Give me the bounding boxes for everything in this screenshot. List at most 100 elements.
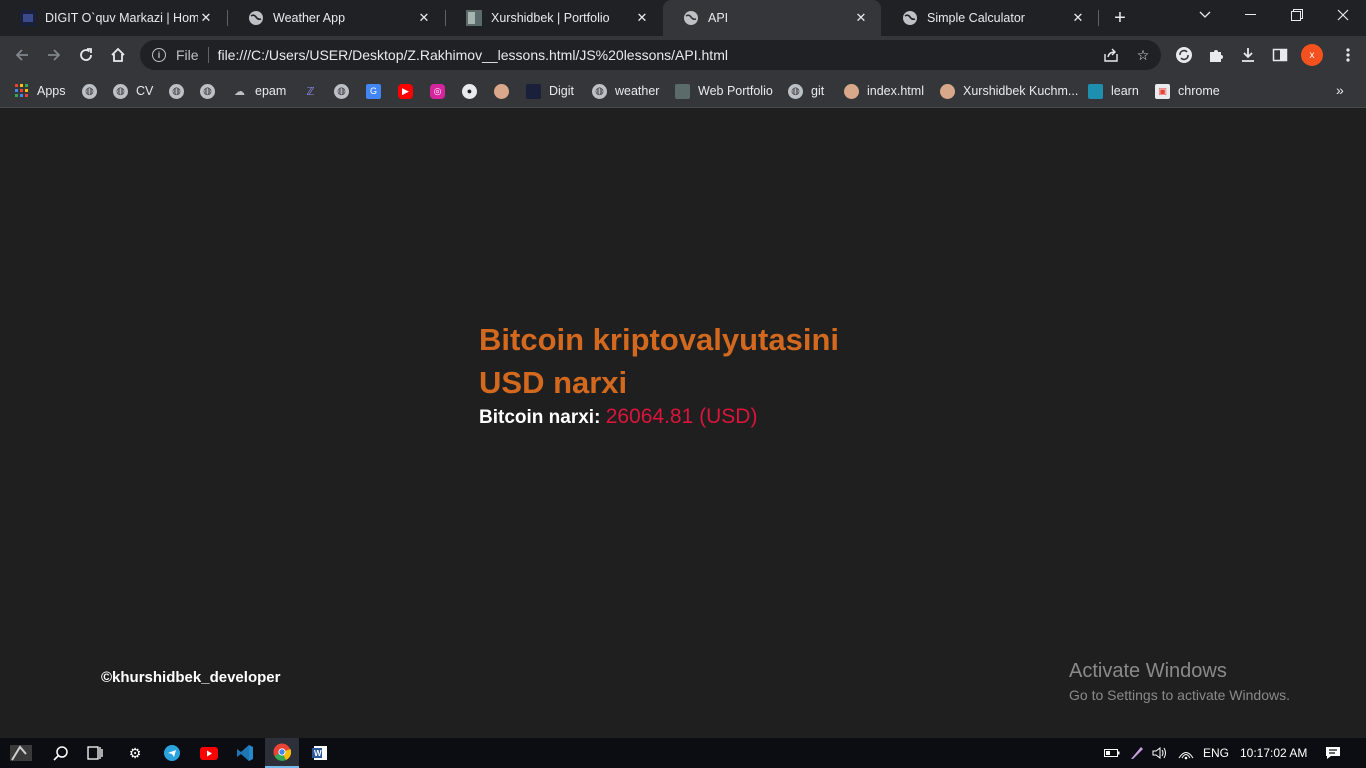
home-button[interactable] bbox=[104, 41, 132, 69]
url-text[interactable]: file:///C:/Users/USER/Desktop/Z.Rakhimov… bbox=[218, 47, 728, 63]
globe-icon: ◍ bbox=[334, 83, 349, 99]
bookmark-xurshidbek[interactable]: Xurshidbek Kuchm... bbox=[940, 82, 1078, 100]
bookmarks-bar: Apps ◍ ◍ CV ◍ ◍ ☁ epam ℤ ◍ G ▶ ◎ ● Digit ◍… bbox=[0, 74, 1366, 108]
language-indicator[interactable]: ENG bbox=[1203, 738, 1229, 768]
bookmark-github[interactable]: ● bbox=[462, 82, 485, 100]
bookmark-weather[interactable]: ◍ weather bbox=[592, 82, 659, 100]
close-icon[interactable]: ✕ bbox=[634, 10, 650, 26]
bookmark-youtube[interactable]: ▶ bbox=[398, 82, 421, 100]
portfolio-favicon bbox=[675, 83, 690, 99]
tab-title: DIGIT O`quv Markazi | Home bbox=[45, 11, 198, 25]
svg-text:W: W bbox=[314, 749, 322, 758]
bookmark-web-portfolio[interactable]: Web Portfolio bbox=[675, 82, 773, 100]
chrome-taskbar-icon[interactable] bbox=[265, 738, 299, 768]
settings-gear-icon[interactable]: ⚙ bbox=[118, 738, 152, 768]
bookmark-label: git bbox=[811, 84, 825, 98]
bookmark-globe-1[interactable]: ◍ bbox=[82, 82, 105, 100]
github-icon: ● bbox=[462, 83, 477, 99]
search-icon[interactable] bbox=[44, 738, 78, 768]
bookmark-cv[interactable]: ◍ CV bbox=[113, 82, 153, 100]
bookmark-globe-4[interactable]: ◍ bbox=[334, 82, 357, 100]
globe-icon: ◍ bbox=[113, 83, 128, 99]
tab-weather[interactable]: Weather App ✕ bbox=[228, 0, 444, 36]
restore-button[interactable] bbox=[1274, 0, 1320, 30]
close-icon[interactable]: ✕ bbox=[853, 10, 869, 26]
tab-portfolio[interactable]: Xurshidbek | Portfolio ✕ bbox=[446, 0, 662, 36]
tab-api[interactable]: API ✕ bbox=[663, 0, 881, 36]
tab-strip: DIGIT O`quv Markazi | Home ✕ Weather App… bbox=[0, 0, 1366, 36]
bookmark-star-icon[interactable]: ☆ bbox=[1135, 47, 1151, 63]
tab-calculator[interactable]: Simple Calculator ✕ bbox=[882, 0, 1098, 36]
download-icon[interactable] bbox=[1238, 45, 1258, 65]
globe-icon: ◍ bbox=[82, 83, 97, 99]
browser-toolbar: i File file:///C:/Users/USER/Desktop/Z.R… bbox=[0, 36, 1366, 74]
bookmarks-overflow-icon[interactable]: » bbox=[1336, 82, 1344, 98]
bookmark-git[interactable]: ◍ git bbox=[788, 82, 824, 100]
bookmark-epam[interactable]: ☁ epam bbox=[232, 82, 286, 100]
info-icon[interactable]: i bbox=[152, 48, 166, 62]
side-panel-icon[interactable] bbox=[1270, 45, 1290, 65]
globe-icon bbox=[248, 10, 264, 26]
digit-favicon bbox=[20, 10, 36, 26]
bookmark-z[interactable]: ℤ bbox=[303, 82, 326, 100]
price-value: 26064.81 (USD) bbox=[605, 405, 758, 428]
bookmark-label: epam bbox=[255, 84, 287, 98]
share-icon[interactable] bbox=[1103, 47, 1119, 63]
avatar-icon bbox=[940, 83, 955, 99]
instagram-icon: ◎ bbox=[430, 83, 445, 99]
bookmark-apps[interactable]: Apps bbox=[14, 82, 66, 100]
bookmark-translate[interactable]: G bbox=[366, 82, 389, 100]
start-icon[interactable] bbox=[4, 738, 38, 768]
bookmark-chrome[interactable]: ▣ chrome bbox=[1155, 82, 1220, 100]
bookmark-digit[interactable]: Digit bbox=[526, 82, 574, 100]
vscode-icon[interactable] bbox=[228, 738, 262, 768]
pen-icon[interactable] bbox=[1129, 738, 1145, 768]
minimize-button[interactable] bbox=[1228, 0, 1274, 30]
reload-button[interactable] bbox=[72, 41, 100, 69]
activate-subtitle: Go to Settings to activate Windows. bbox=[1069, 687, 1290, 703]
youtube-icon: ▶ bbox=[398, 83, 413, 99]
globe-icon: ◍ bbox=[169, 83, 184, 99]
digit-favicon bbox=[526, 83, 541, 99]
bookmark-label: learn bbox=[1111, 84, 1139, 98]
close-icon[interactable]: ✕ bbox=[416, 10, 432, 26]
bookmark-globe-2[interactable]: ◍ bbox=[169, 82, 192, 100]
profile-avatar[interactable]: x bbox=[1301, 44, 1323, 66]
volume-icon[interactable] bbox=[1152, 738, 1168, 768]
word-icon[interactable]: W bbox=[303, 738, 337, 768]
new-tab-button[interactable]: + bbox=[1108, 6, 1132, 30]
avatar-icon bbox=[844, 83, 859, 99]
close-icon[interactable]: ✕ bbox=[1070, 10, 1086, 26]
footer-credit: ©khurshidbek_developer bbox=[101, 669, 281, 686]
battery-icon[interactable] bbox=[1104, 738, 1120, 768]
translate-icon: G bbox=[366, 83, 381, 99]
tab-search-button[interactable] bbox=[1182, 0, 1228, 30]
apps-grid-icon bbox=[14, 84, 29, 99]
task-view-icon[interactable] bbox=[78, 738, 112, 768]
taskbar: ⚙ W ENG 10:17:02 AM bbox=[0, 738, 1366, 768]
bookmark-learn[interactable]: learn bbox=[1088, 82, 1139, 100]
avatar-icon bbox=[494, 83, 509, 99]
notifications-icon[interactable] bbox=[1325, 738, 1341, 768]
forward-button[interactable] bbox=[40, 41, 68, 69]
bookmark-instagram[interactable]: ◎ bbox=[430, 82, 453, 100]
tab-digit[interactable]: DIGIT O`quv Markazi | Home ✕ bbox=[0, 0, 226, 36]
close-icon[interactable]: ✕ bbox=[198, 10, 214, 26]
globe-icon bbox=[683, 10, 699, 26]
more-menu-icon[interactable] bbox=[1338, 45, 1358, 65]
extensions-puzzle-icon[interactable] bbox=[1206, 45, 1226, 65]
clock[interactable]: 10:17:02 AM bbox=[1240, 738, 1307, 768]
bookmark-avatar[interactable] bbox=[494, 82, 517, 100]
telegram-icon[interactable] bbox=[155, 738, 189, 768]
bookmark-label: weather bbox=[615, 84, 660, 98]
sync-extension-icon[interactable] bbox=[1174, 45, 1194, 65]
bookmark-globe-3[interactable]: ◍ bbox=[200, 82, 223, 100]
close-window-button[interactable] bbox=[1320, 0, 1366, 30]
back-button[interactable] bbox=[8, 41, 36, 69]
youtube-app-icon[interactable] bbox=[192, 738, 226, 768]
bookmark-label: Digit bbox=[549, 84, 575, 98]
address-bar[interactable]: i File file:///C:/Users/USER/Desktop/Z.R… bbox=[140, 40, 1161, 70]
bookmark-index[interactable]: index.html bbox=[844, 82, 924, 100]
bookmark-label: chrome bbox=[1178, 84, 1220, 98]
wifi-icon[interactable] bbox=[1178, 738, 1194, 768]
